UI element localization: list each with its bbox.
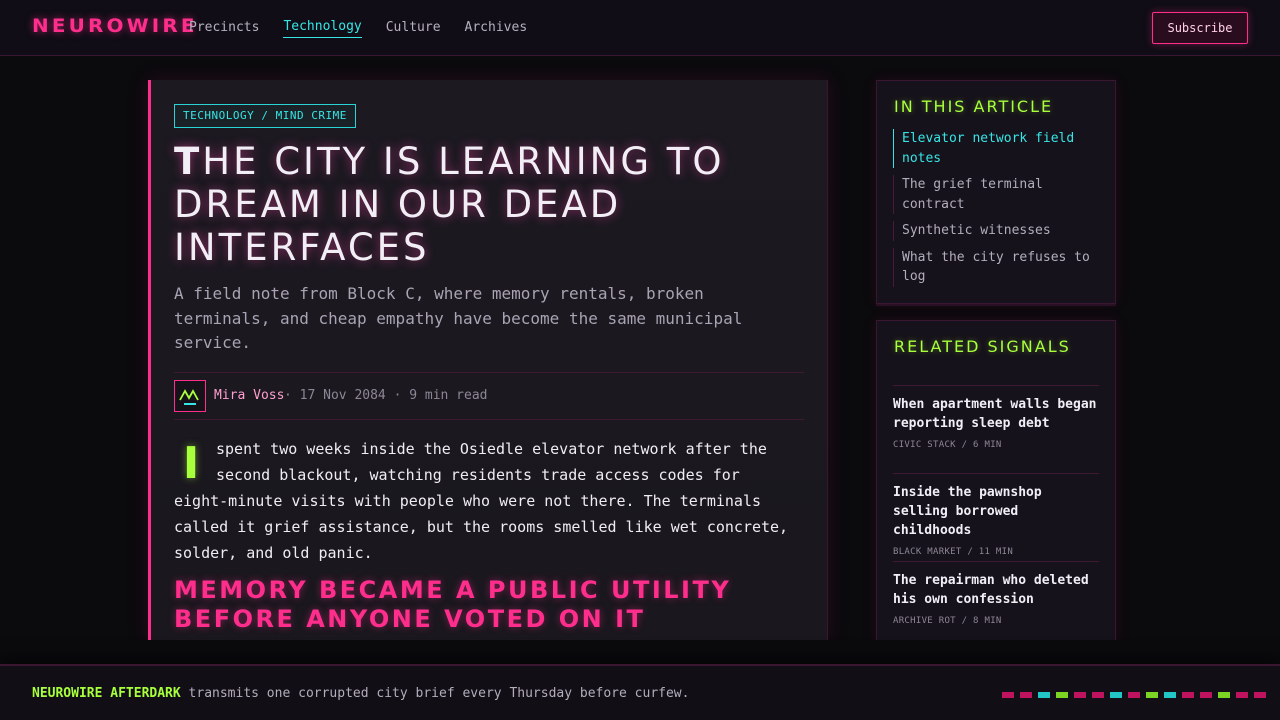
related-item[interactable]: Inside the pawnshop selling borrowed chi…	[893, 473, 1099, 561]
signal-bar	[1002, 692, 1272, 698]
article-meta: · 17 Nov 2084 · 9 min read	[284, 388, 488, 403]
nav-precincts[interactable]: Precincts	[189, 0, 259, 56]
author-name[interactable]: Mira Voss	[214, 388, 284, 403]
nav-archives[interactable]: Archives	[465, 0, 528, 56]
signal-segment	[1056, 692, 1068, 698]
table-of-contents: In this article Elevator network field n…	[876, 80, 1116, 304]
drop-cap: I	[182, 438, 200, 489]
related-title[interactable]: Inside the pawnshop selling borrowed chi…	[893, 483, 1099, 540]
signal-segment	[1128, 692, 1140, 698]
signal-segment	[1164, 692, 1176, 698]
section-heading: Memory became a public utility before an…	[174, 576, 732, 633]
footer-message: transmits one corrupted city brief every…	[180, 686, 690, 701]
signal-segment	[1254, 692, 1266, 698]
subscribe-button[interactable]: Subscribe	[1152, 12, 1248, 44]
site-logo[interactable]: NEUROWIRE	[32, 15, 198, 37]
article-subtitle: A field note from Block C, where memory …	[174, 284, 743, 352]
category-tag[interactable]: TECHNOLOGY / MIND CRIME	[174, 104, 356, 128]
related-meta: BLACK MARKET / 11 MIN	[893, 547, 1014, 557]
related-meta: ARCHIVE ROT / 8 MIN	[893, 616, 1002, 626]
signal-segment	[1236, 692, 1248, 698]
author-avatar[interactable]	[174, 380, 206, 412]
article-card: TECHNOLOGY / MIND CRIME The City Is Lear…	[148, 80, 828, 640]
signal-segment	[1074, 692, 1086, 698]
article-title: The City Is Learning to Dream in Our Dea…	[174, 140, 725, 269]
signal-segment	[1110, 692, 1122, 698]
main-nav: Precincts Technology Culture Archives	[189, 0, 551, 56]
related-heading: Related signals	[894, 337, 1071, 356]
signal-segment	[1092, 692, 1104, 698]
signal-segment	[1218, 692, 1230, 698]
related-title[interactable]: When apartment walls began reporting sle…	[893, 395, 1099, 433]
nav-culture[interactable]: Culture	[386, 0, 441, 56]
footer-banner: NEUROWIRE AFTERDARK transmits one corrup…	[0, 664, 1280, 720]
signal-segment	[1020, 692, 1032, 698]
toc-item[interactable]: Elevator network field notes	[893, 129, 1101, 168]
related-item[interactable]: The repairman who deleted his own confes…	[893, 561, 1099, 649]
nav-technology[interactable]: Technology	[283, 0, 362, 56]
toc-heading: In this article	[894, 97, 1054, 116]
site-header: NEUROWIRE Precincts Technology Culture A…	[0, 0, 1280, 56]
toc-list: Elevator network field notes The grief t…	[893, 129, 1101, 294]
signal-segment	[1146, 692, 1158, 698]
related-signals: Related signals When apartment walls beg…	[876, 320, 1116, 650]
related-title[interactable]: The repairman who deleted his own confes…	[893, 571, 1099, 609]
signal-segment	[1200, 692, 1212, 698]
related-list: When apartment walls began reporting sle…	[893, 385, 1099, 649]
waveform-icon	[179, 389, 199, 405]
signal-segment	[1182, 692, 1194, 698]
signal-segment	[1038, 692, 1050, 698]
footer-text: NEUROWIRE AFTERDARK transmits one corrup…	[32, 686, 689, 701]
toc-item[interactable]: What the city refuses to log	[893, 247, 1101, 287]
content-fade	[0, 640, 1280, 664]
signal-segment	[1002, 692, 1014, 698]
toc-item[interactable]: The grief terminal contract	[893, 175, 1101, 214]
footer-brand: NEUROWIRE AFTERDARK	[32, 686, 181, 701]
article-paragraph: spent two weeks inside the Osiedle eleva…	[174, 440, 789, 562]
related-meta: CIVIC STACK / 6 MIN	[893, 440, 1002, 450]
related-item[interactable]: When apartment walls began reporting sle…	[893, 385, 1099, 473]
byline: Mira Voss · 17 Nov 2084 · 9 min read	[174, 372, 804, 420]
article-body: I spent two weeks inside the Osiedle ele…	[174, 436, 794, 566]
toc-item[interactable]: Synthetic witnesses	[893, 221, 1101, 241]
